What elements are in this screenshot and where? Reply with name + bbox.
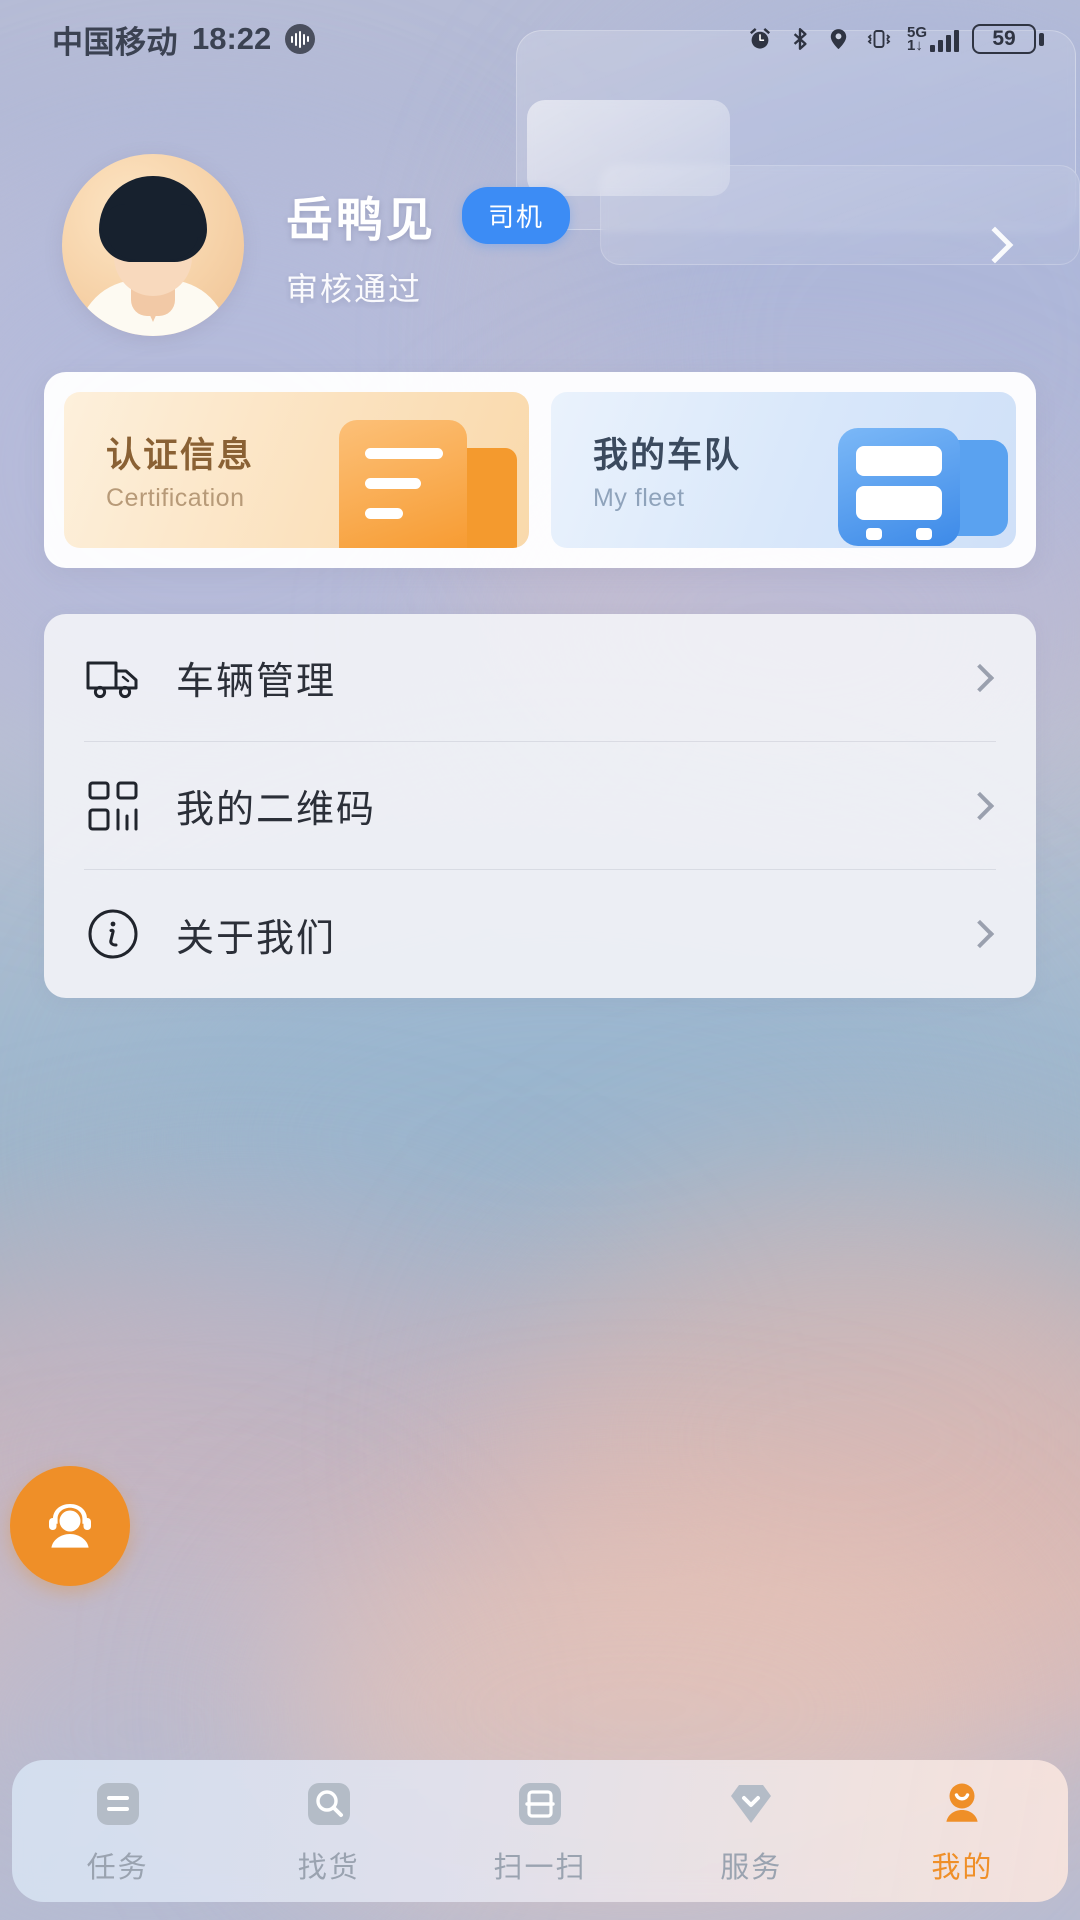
chevron-right-icon[interactable] — [965, 791, 995, 820]
bottom-tab-bar: 任务 找货 扫一扫 服务 我的 — [12, 1760, 1068, 1902]
battery-tip — [1039, 32, 1044, 46]
search-goods-icon — [302, 1777, 356, 1831]
certification-card[interactable]: 认证信息 Certification — [64, 392, 529, 548]
signal-bars-icon — [930, 30, 959, 53]
status-bar-right: 5G 1↓ 59 — [746, 24, 1044, 54]
certification-card-title: 认证信息 — [106, 436, 255, 475]
certification-card-subtitle: Certification — [106, 484, 245, 512]
tab-label: 找货 — [297, 1851, 360, 1884]
tab-label: 服务 — [720, 1851, 783, 1884]
menu-item-about-us[interactable]: 关于我们 — [84, 870, 996, 998]
menu-item-vehicle-management[interactable]: 车辆管理 — [84, 614, 996, 742]
my-fleet-card-subtitle: My fleet — [593, 484, 685, 512]
menu-item-label: 我的二维码 — [176, 789, 377, 831]
profile-header[interactable]: 岳鸭见 司机 审核通过 — [0, 150, 1080, 340]
tab-task[interactable]: 任务 — [12, 1777, 223, 1886]
location-icon — [826, 25, 851, 53]
profile-name-row: 岳鸭见 司机 — [286, 181, 571, 250]
bus-window — [856, 446, 942, 476]
feature-cards-panel: 认证信息 Certification 我的车队 My fleet — [44, 372, 1036, 568]
voice-wave-icon — [285, 24, 316, 54]
battery-body: 59 — [972, 24, 1036, 54]
user-avatar[interactable] — [62, 154, 244, 336]
status-bar-left: 中国移动 18:22 — [52, 17, 316, 62]
status-bar: 中国移动 18:22 5G 1↓ 59 — [0, 0, 1080, 78]
bus-wheel — [916, 528, 932, 540]
chevron-right-icon[interactable] — [965, 663, 995, 692]
profile-info: 岳鸭见 司机 审核通过 — [286, 181, 571, 310]
info-circle-icon — [84, 905, 142, 963]
diamond-service-icon — [724, 1777, 778, 1831]
scan-icon — [513, 1777, 567, 1831]
document-icon — [339, 420, 517, 548]
tab-scan[interactable]: 扫一扫 — [434, 1777, 645, 1886]
battery-percent-label: 59 — [992, 27, 1016, 50]
menu-item-label: 车辆管理 — [176, 661, 337, 703]
chevron-right-icon[interactable] — [976, 226, 1014, 264]
settings-menu-list: 车辆管理 我的二维码 关于我们 — [44, 614, 1036, 998]
bus-body — [856, 486, 942, 520]
bus-icon-front — [838, 428, 960, 546]
network-type-label: 5G 1↓ — [906, 23, 927, 54]
my-fleet-card[interactable]: 我的车队 My fleet — [551, 392, 1016, 548]
battery-icon: 59 — [972, 24, 1044, 54]
network-signal-icon: 5G 1↓ — [906, 23, 959, 54]
tab-mine[interactable]: 我的 — [857, 1777, 1068, 1886]
my-fleet-card-title: 我的车队 — [593, 436, 742, 475]
role-badge: 司机 — [462, 186, 571, 244]
chevron-right-icon[interactable] — [965, 919, 995, 949]
tab-label: 我的 — [931, 1851, 994, 1884]
tab-find-goods[interactable]: 找货 — [223, 1777, 434, 1886]
clock-label: 18:22 — [192, 21, 272, 56]
menu-item-my-qr-code[interactable]: 我的二维码 — [84, 742, 996, 870]
tab-label: 任务 — [86, 1851, 149, 1884]
truck-icon — [84, 649, 142, 707]
menu-item-label: 关于我们 — [176, 917, 337, 960]
carrier-label: 中国移动 — [52, 24, 178, 60]
tab-service[interactable]: 服务 — [646, 1777, 857, 1886]
customer-service-icon — [36, 1490, 104, 1563]
person-icon — [935, 1777, 989, 1831]
user-name: 岳鸭见 — [286, 192, 436, 246]
verification-status: 审核通过 — [286, 270, 423, 307]
certification-card-text: 认证信息 Certification — [106, 427, 254, 513]
tab-label: 扫一扫 — [493, 1851, 587, 1884]
task-list-icon — [91, 1777, 145, 1831]
qr-code-icon — [84, 777, 142, 835]
document-icon-front — [339, 420, 467, 548]
alarm-clock-icon — [746, 25, 774, 53]
customer-service-button[interactable] — [10, 1466, 130, 1586]
bus-wheel — [866, 528, 882, 540]
vibrate-icon — [864, 25, 894, 53]
avatar-fringe — [101, 204, 205, 238]
my-fleet-card-text: 我的车队 My fleet — [593, 427, 741, 513]
bus-icon — [838, 422, 1008, 546]
bluetooth-icon — [787, 25, 813, 53]
